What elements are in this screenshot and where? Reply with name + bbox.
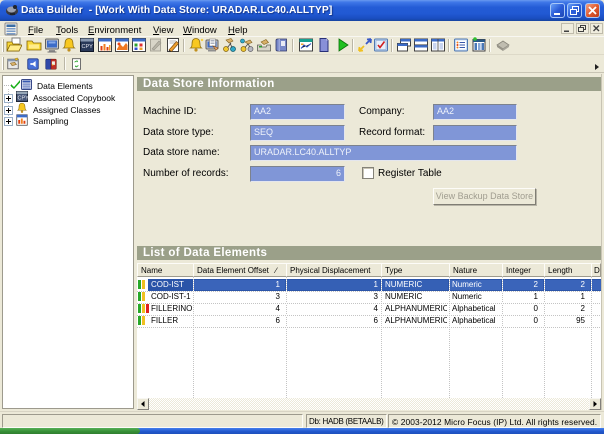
svg-text:CPY: CPY	[18, 96, 29, 102]
svg-text:CPY: CPY	[82, 44, 94, 50]
